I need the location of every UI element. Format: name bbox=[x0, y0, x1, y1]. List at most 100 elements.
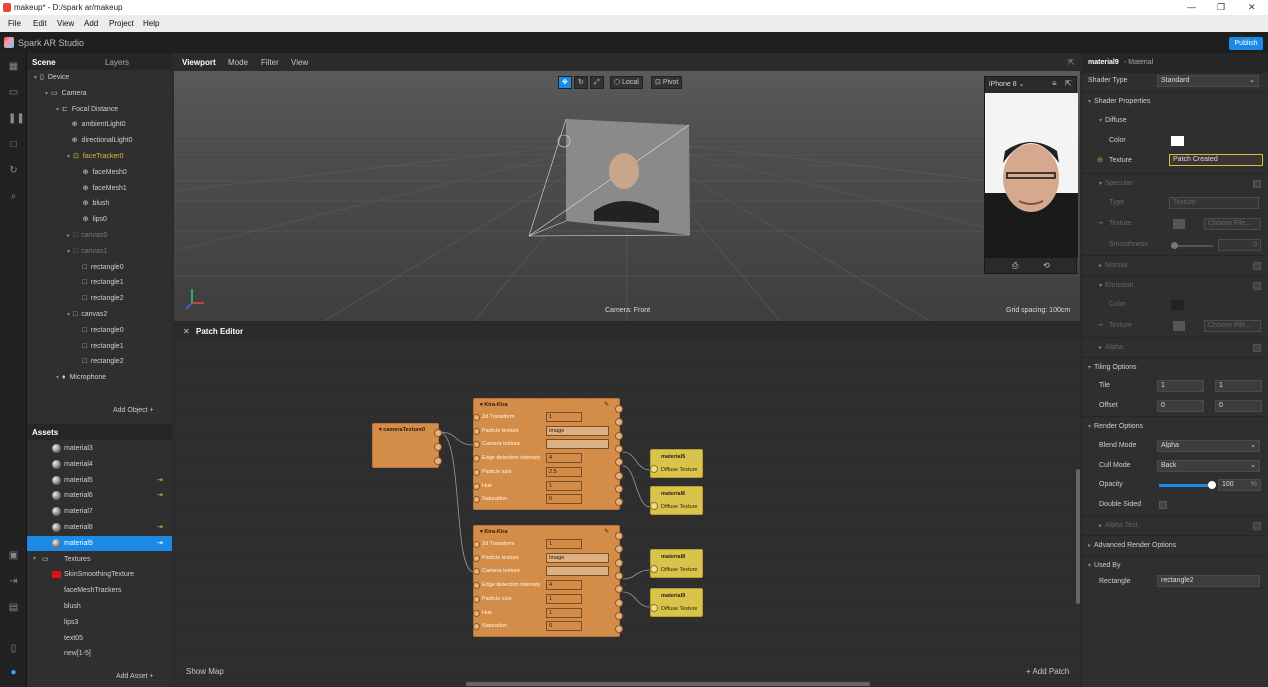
diffuse-color-swatch[interactable] bbox=[1171, 136, 1184, 146]
local-button[interactable]: ⬡ Local bbox=[610, 76, 643, 89]
smoothness-slider[interactable] bbox=[1173, 245, 1213, 247]
normal-section[interactable]: Normal bbox=[1105, 262, 1128, 269]
tree-toggle-icon[interactable] bbox=[67, 138, 69, 144]
tree-toggle-icon[interactable]: ▾ bbox=[56, 375, 59, 381]
diffuse-section[interactable]: Diffuse bbox=[1105, 117, 1127, 124]
asset-item[interactable]: material5 ⇥ bbox=[27, 473, 172, 488]
emission-checkbox[interactable] bbox=[1253, 282, 1261, 290]
import-icon[interactable]: ⇥ bbox=[8, 576, 19, 587]
output-port[interactable] bbox=[615, 484, 623, 493]
camera-texture-node[interactable]: ▾ cameraTexture0 bbox=[372, 423, 442, 468]
horizontal-scrollbar[interactable] bbox=[466, 682, 870, 686]
stop-icon[interactable]: □ bbox=[8, 139, 19, 150]
account-icon[interactable]: ● bbox=[8, 667, 19, 678]
param-value[interactable]: 0 bbox=[546, 494, 582, 505]
output-port[interactable] bbox=[615, 405, 623, 413]
param-value[interactable]: 1 bbox=[546, 412, 582, 422]
texture-item[interactable]: faceMeshTrackers bbox=[27, 583, 172, 598]
used-by-section[interactable]: Used By bbox=[1094, 562, 1120, 569]
output-port[interactable] bbox=[615, 471, 623, 480]
patch-canvas[interactable]: ▾ cameraTexture0 ▾ Kira-Kira ✎ 2d Transfor… bbox=[174, 339, 1080, 687]
output-port[interactable] bbox=[615, 532, 623, 540]
tree-toggle-icon[interactable]: ▾ bbox=[67, 249, 70, 255]
param-value[interactable] bbox=[546, 566, 609, 577]
alpha-checkbox[interactable] bbox=[1253, 344, 1261, 352]
tree-toggle-icon[interactable] bbox=[78, 186, 80, 192]
rotate-tool-icon[interactable]: ↻ bbox=[574, 76, 588, 89]
menu-view[interactable]: View bbox=[57, 19, 74, 28]
tree-toggle-icon[interactable] bbox=[78, 328, 80, 334]
normal-checkbox[interactable] bbox=[1253, 262, 1261, 270]
tree-toggle-icon[interactable] bbox=[78, 344, 80, 350]
emission-section[interactable]: Emission bbox=[1105, 282, 1133, 289]
tree-toggle-icon[interactable]: ▾ bbox=[45, 91, 48, 97]
input-port[interactable] bbox=[473, 623, 480, 631]
output-port[interactable] bbox=[615, 611, 623, 620]
render-options-section[interactable]: Render Options bbox=[1094, 423, 1143, 430]
material-node[interactable]: material9 Diffuse Texture bbox=[650, 588, 703, 617]
shader-type-select[interactable]: Standard ⌄ bbox=[1157, 75, 1259, 87]
cull-mode-select[interactable]: Back ⌄ bbox=[1157, 460, 1260, 472]
move-tool-icon[interactable]: ✥ bbox=[558, 76, 572, 89]
asset-item[interactable]: material3 bbox=[27, 441, 172, 456]
advanced-render-section[interactable]: Advanced Render Options bbox=[1094, 542, 1176, 549]
menu-add[interactable]: Add bbox=[84, 19, 98, 28]
tree-item[interactable]: ⊕ ambientLight0 bbox=[67, 118, 126, 132]
menu-icon[interactable]: ≡ bbox=[1052, 79, 1057, 88]
tab-mode[interactable]: Mode bbox=[228, 58, 248, 67]
tree-toggle-icon[interactable] bbox=[78, 217, 80, 223]
asset-item[interactable]: material6 ⇥ bbox=[27, 488, 172, 503]
input-port[interactable] bbox=[473, 595, 480, 603]
alpha-test-section[interactable]: Alpha Test bbox=[1105, 522, 1138, 529]
blend-mode-select[interactable]: Alpha ⌄ bbox=[1157, 440, 1260, 452]
output-port[interactable] bbox=[615, 444, 623, 453]
param-value[interactable]: 2.5 bbox=[546, 466, 582, 477]
specular-section[interactable]: Specular bbox=[1105, 180, 1133, 187]
close-patch-icon[interactable]: ✕ bbox=[183, 327, 190, 336]
param-value[interactable]: 4 bbox=[546, 580, 582, 591]
output-port[interactable] bbox=[615, 598, 623, 607]
device-select[interactable]: iPhone 8 ⌄ bbox=[989, 80, 1024, 88]
param-value[interactable]: 1 bbox=[546, 539, 582, 549]
param-value[interactable]: 1 bbox=[546, 480, 582, 491]
tree-item[interactable]: ▸ □ canvas0 bbox=[67, 229, 107, 243]
tree-item[interactable]: □ rectangle1 bbox=[78, 340, 124, 354]
tree-item[interactable]: ▾ ▭ Camera bbox=[45, 87, 87, 101]
double-sided-checkbox[interactable] bbox=[1159, 501, 1167, 509]
camera-out-port[interactable] bbox=[434, 457, 442, 465]
kira-kira-node[interactable]: ▾ Kira-Kira ✎ 2d Transform 1 Particle textur… bbox=[473, 525, 623, 637]
param-value[interactable]: 0 bbox=[546, 621, 582, 632]
tiling-section[interactable]: Tiling Options bbox=[1094, 364, 1137, 371]
specular-type-select[interactable]: Texture bbox=[1169, 197, 1259, 209]
output-port[interactable] bbox=[615, 558, 623, 567]
input-port[interactable] bbox=[473, 468, 480, 476]
tree-item[interactable]: ⊕ blush bbox=[78, 197, 110, 211]
alpha-test-checkbox[interactable] bbox=[1253, 522, 1261, 530]
input-port[interactable] bbox=[473, 541, 480, 548]
diffuse-input-port[interactable] bbox=[650, 604, 658, 612]
layout-icon[interactable]: ▦ bbox=[8, 61, 19, 72]
viewport-canvas[interactable]: Camera: Front Grid spacing: 100cm iPhone… bbox=[174, 71, 1080, 321]
pause-icon[interactable]: ❚❚ bbox=[8, 113, 25, 124]
rectangle-link[interactable]: rectangle2 bbox=[1157, 575, 1260, 587]
texture-item[interactable]: blush bbox=[27, 599, 172, 614]
input-port[interactable] bbox=[473, 582, 480, 590]
device-icon[interactable]: ▯ bbox=[8, 643, 19, 654]
emission-color-swatch[interactable] bbox=[1171, 300, 1184, 310]
emission-texture-swatch[interactable] bbox=[1173, 321, 1185, 331]
tree-item[interactable]: ▾ ♦ Microphone bbox=[56, 371, 106, 385]
add-patch-button[interactable]: + Add Patch bbox=[1026, 667, 1069, 676]
camera-out-port[interactable] bbox=[434, 429, 442, 437]
offset-y-input[interactable]: 0 bbox=[1215, 400, 1262, 412]
opacity-slider[interactable] bbox=[1159, 484, 1212, 487]
tree-item[interactable]: ▾ □ canvas2 bbox=[67, 308, 107, 322]
kira-kira-node[interactable]: ▾ Kira-Kira ✎ 2d Transform 1 Particle textur… bbox=[473, 398, 623, 510]
tile-x-input[interactable]: 1 bbox=[1157, 380, 1204, 392]
specular-texture-swatch[interactable] bbox=[1173, 219, 1185, 229]
tree-toggle-icon[interactable] bbox=[78, 265, 80, 271]
close-icon[interactable]: ✕ bbox=[1248, 2, 1256, 13]
emission-choose-file[interactable]: Choose File... bbox=[1204, 320, 1261, 332]
input-port[interactable] bbox=[473, 414, 480, 421]
tree-toggle-icon[interactable]: ▾ bbox=[67, 154, 70, 160]
edit-icon[interactable]: ✎ bbox=[604, 401, 609, 408]
